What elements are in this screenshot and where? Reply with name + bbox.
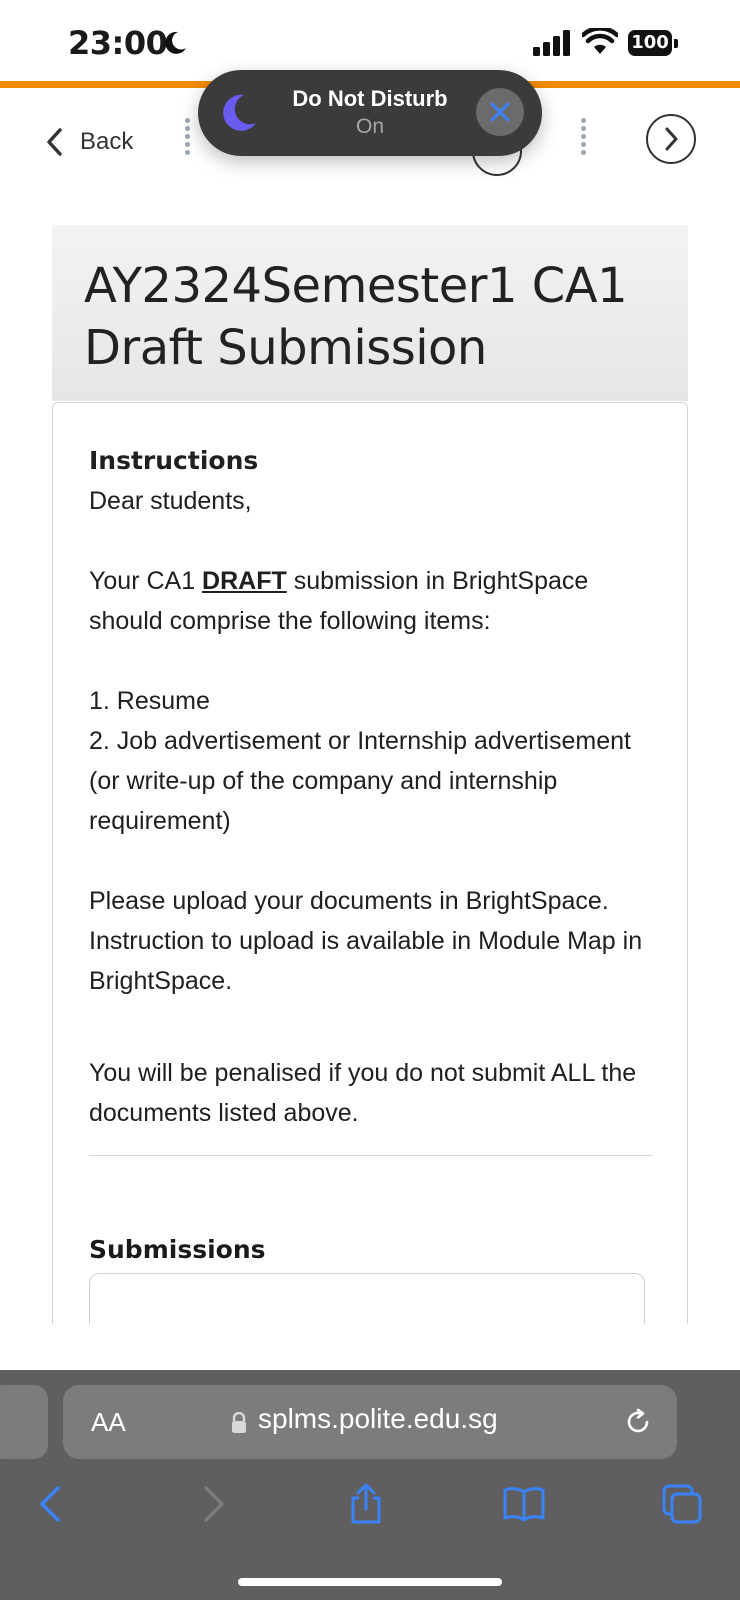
reader-options-button[interactable]: AA bbox=[91, 1407, 126, 1438]
divider bbox=[89, 1155, 653, 1156]
draft-emphasis: DRAFT bbox=[202, 567, 287, 595]
reload-icon[interactable] bbox=[623, 1407, 653, 1437]
back-button[interactable]: Back bbox=[44, 122, 133, 162]
battery-icon: 100 bbox=[628, 30, 680, 56]
do-not-disturb-banner[interactable]: Do Not Disturb On bbox=[198, 70, 542, 156]
page-title: AY2324Semester1 CA1 Draft Submission bbox=[84, 258, 628, 376]
penalty-paragraph: You will be penalised if you do not subm… bbox=[89, 1059, 637, 1127]
drag-handle-icon[interactable] bbox=[581, 118, 587, 162]
browser-back-icon[interactable] bbox=[30, 1482, 74, 1526]
home-indicator[interactable] bbox=[238, 1578, 502, 1586]
cellular-signal-icon bbox=[533, 30, 570, 56]
address-bar[interactable]: AA splms.polite.edu.sg bbox=[63, 1385, 677, 1459]
main-content[interactable]: AY2324Semester1 CA1 Draft Submission Ins… bbox=[0, 192, 740, 1324]
dnd-title: Do Not Disturb bbox=[292, 86, 448, 111]
status-time: 23:00 bbox=[68, 24, 168, 62]
list-item: 2. Job advertisement or Internship adver… bbox=[89, 727, 631, 835]
chevron-left-icon bbox=[47, 128, 62, 156]
browser-forward-icon[interactable] bbox=[190, 1482, 234, 1526]
moon-icon bbox=[223, 94, 256, 131]
intro-paragraph: Your CA1 DRAFT submission in BrightSpace… bbox=[89, 567, 589, 635]
submissions-heading: Submissions bbox=[89, 1235, 266, 1264]
browser-bottom-bar: AA splms.polite.edu.sg bbox=[0, 1370, 740, 1600]
dnd-close-button[interactable] bbox=[476, 88, 524, 136]
bookmarks-icon[interactable] bbox=[502, 1482, 546, 1526]
instructions-card: Instructions Dear students, Your CA1 DRA… bbox=[52, 402, 688, 1324]
wifi-icon bbox=[582, 28, 618, 54]
share-icon[interactable] bbox=[344, 1482, 388, 1526]
chevron-right-icon bbox=[665, 127, 678, 151]
previous-tab-peek[interactable] bbox=[0, 1385, 48, 1459]
url-text: splms.polite.edu.sg bbox=[258, 1403, 498, 1434]
greeting-text: Dear students, bbox=[89, 487, 252, 515]
battery-level: 100 bbox=[628, 30, 672, 56]
back-label: Back bbox=[80, 128, 134, 155]
dnd-state: On bbox=[355, 115, 384, 138]
next-button[interactable] bbox=[646, 114, 696, 164]
tabs-icon[interactable] bbox=[660, 1482, 704, 1526]
submissions-box[interactable] bbox=[89, 1273, 645, 1324]
list-item: 1. Resume bbox=[89, 687, 210, 715]
instructions-body: Instructions Dear students, Your CA1 DRA… bbox=[89, 431, 649, 1133]
upload-paragraph: Please upload your documents in BrightSp… bbox=[89, 887, 643, 995]
close-icon bbox=[490, 102, 510, 122]
instructions-heading: Instructions bbox=[89, 446, 259, 475]
lock-icon bbox=[232, 1412, 246, 1433]
drag-handle-icon[interactable] bbox=[185, 118, 191, 162]
title-box: AY2324Semester1 CA1 Draft Submission bbox=[52, 225, 688, 401]
focus-moon-icon bbox=[165, 31, 186, 54]
